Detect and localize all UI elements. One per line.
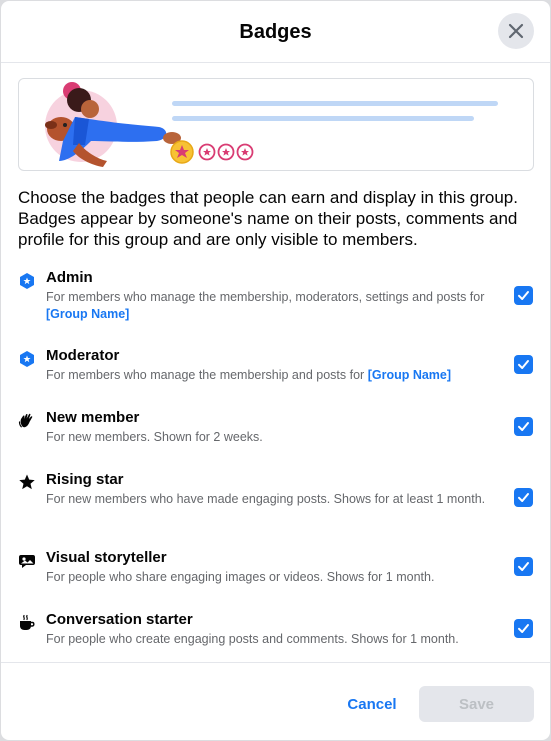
new-member-badge-checkbox[interactable]	[514, 417, 533, 436]
badge-description-text: For members who manage the membership an…	[46, 368, 368, 382]
moderator-badge-checkbox[interactable]	[514, 355, 533, 374]
coffee-cup-icon	[20, 614, 35, 630]
close-icon	[508, 23, 524, 39]
checkmark-icon	[518, 291, 529, 300]
image-chat-icon	[19, 555, 35, 568]
badge-description: For members who manage the membership, m…	[46, 289, 496, 323]
badge-title: Admin	[46, 269, 93, 286]
checkmark-icon	[518, 624, 529, 633]
waving-hand-icon	[18, 413, 33, 428]
star-icon	[19, 474, 35, 490]
illustration-image	[45, 82, 498, 167]
badge-title: Moderator	[46, 347, 120, 364]
checkmark-icon	[518, 562, 529, 571]
admin-shield-icon	[20, 273, 34, 289]
group-name-link[interactable]: [Group Name]	[46, 307, 129, 321]
badge-title: Conversation starter	[46, 611, 193, 628]
badge-description: For members who manage the membership an…	[46, 367, 506, 384]
visual-storyteller-badge-checkbox[interactable]	[514, 557, 533, 576]
badges-illustration-banner	[18, 78, 534, 171]
rising-star-badge-checkbox[interactable]	[514, 488, 533, 507]
dialog-title: Badges	[239, 21, 312, 43]
badge-description: For people who share engaging images or …	[46, 570, 435, 584]
badge-title: New member	[46, 409, 140, 426]
moderator-shield-icon	[20, 351, 34, 367]
dialog-header: Badges	[1, 1, 550, 63]
badge-description: For new members who have made engaging p…	[46, 492, 486, 506]
conversation-starter-badge-checkbox[interactable]	[514, 619, 533, 638]
badges-dialog: Badges Choose the badges that people can…	[1, 1, 550, 740]
checkmark-icon	[518, 422, 529, 431]
badge-title: Rising star	[46, 471, 124, 488]
admin-badge-checkbox[interactable]	[514, 286, 533, 305]
badge-description-text: For members who manage the membership, m…	[46, 290, 485, 304]
badge-title: Visual storyteller	[46, 549, 167, 566]
dialog-footer: Cancel Save	[1, 662, 550, 740]
group-name-link[interactable]: [Group Name]	[368, 368, 451, 382]
cancel-button[interactable]: Cancel	[335, 686, 409, 722]
checkmark-icon	[518, 360, 529, 369]
badges-description: Choose the badges that people can earn a…	[18, 188, 518, 249]
checkmark-icon	[518, 493, 529, 502]
badge-description: For new members. Shown for 2 weeks.	[46, 430, 263, 444]
save-button[interactable]: Save	[419, 686, 534, 722]
close-button[interactable]	[498, 13, 534, 49]
badge-description: For people who create engaging posts and…	[46, 632, 459, 646]
